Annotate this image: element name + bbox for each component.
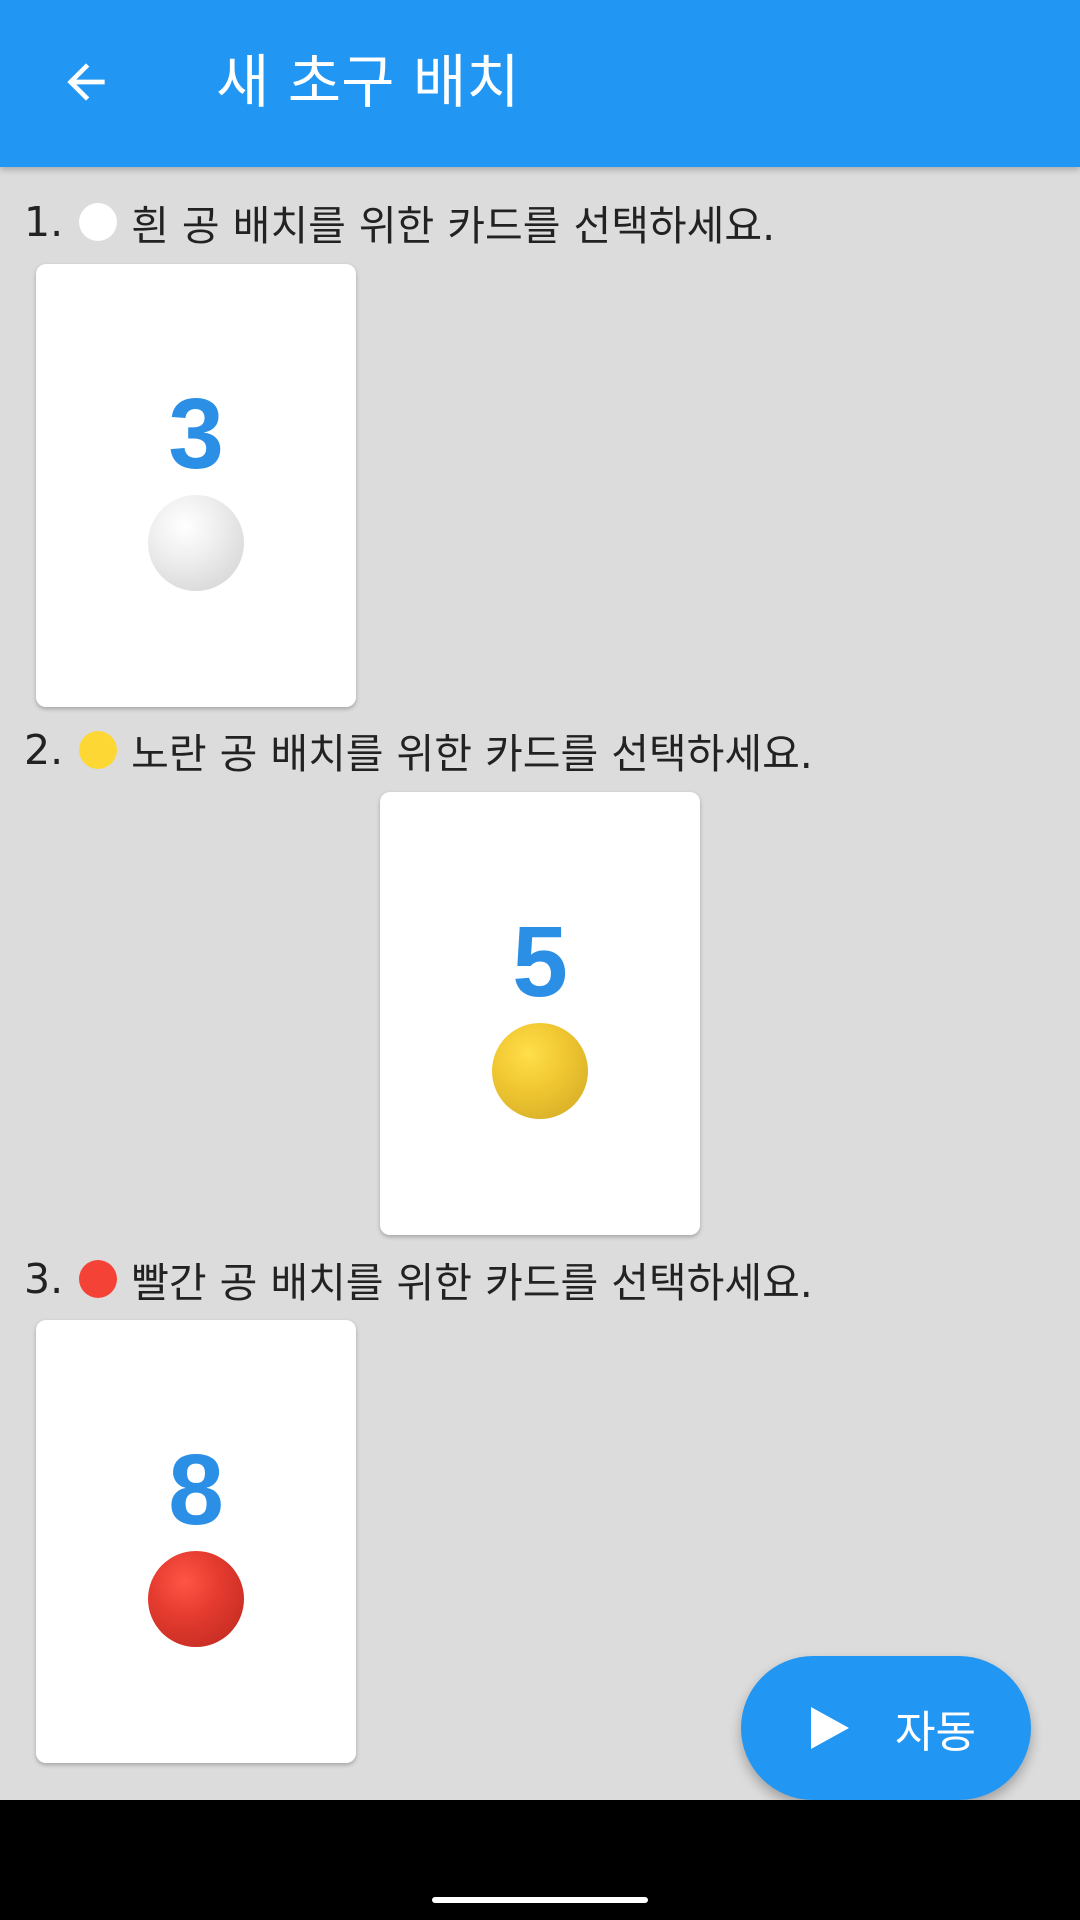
card-number: 3 [168,378,224,490]
back-button[interactable] [44,40,128,124]
step-number: 1. [24,198,64,246]
step-2-label: 2. 노란 공 배치를 위한 카드를 선택하세요. [24,720,813,780]
red-ball-icon [148,1551,244,1647]
card-white-ball[interactable]: 3 [36,264,356,707]
auto-button[interactable]: 자동 [741,1656,1031,1800]
play-icon [811,1707,849,1749]
step-text: 흰 공 배치를 위한 카드를 선택하세요. [131,202,776,250]
step-number: 2. [24,726,64,774]
home-indicator[interactable] [432,1897,648,1903]
page-title: 새 초구 배치 [216,48,520,116]
app-bar: 새 초구 배치 [0,0,1080,167]
card-red-ball[interactable]: 8 [36,1320,356,1763]
yellow-ball-icon [79,731,118,769]
step-text: 노란 공 배치를 위한 카드를 선택하세요. [131,730,813,778]
arrow-left-icon [67,63,105,101]
step-text: 빨간 공 배치를 위한 카드를 선택하세요. [131,1259,813,1307]
step-3-label: 3. 빨간 공 배치를 위한 카드를 선택하세요. [24,1249,813,1309]
yellow-ball-icon [492,1023,588,1119]
system-nav-bar [0,1800,1080,1920]
card-number: 8 [168,1434,224,1546]
step-1-label: 1. 흰 공 배치를 위한 카드를 선택하세요. [24,192,775,252]
card-number: 5 [512,906,568,1018]
white-ball-icon [148,495,244,591]
step-number: 3. [24,1255,64,1303]
card-yellow-ball[interactable]: 5 [380,792,700,1235]
auto-button-label: 자동 [895,1707,976,1758]
red-ball-icon [79,1260,118,1298]
screen: 새 초구 배치 1. 흰 공 배치를 위한 카드를 선택하세요. 3 2. 노란… [0,0,1080,1920]
white-ball-icon [79,203,118,241]
